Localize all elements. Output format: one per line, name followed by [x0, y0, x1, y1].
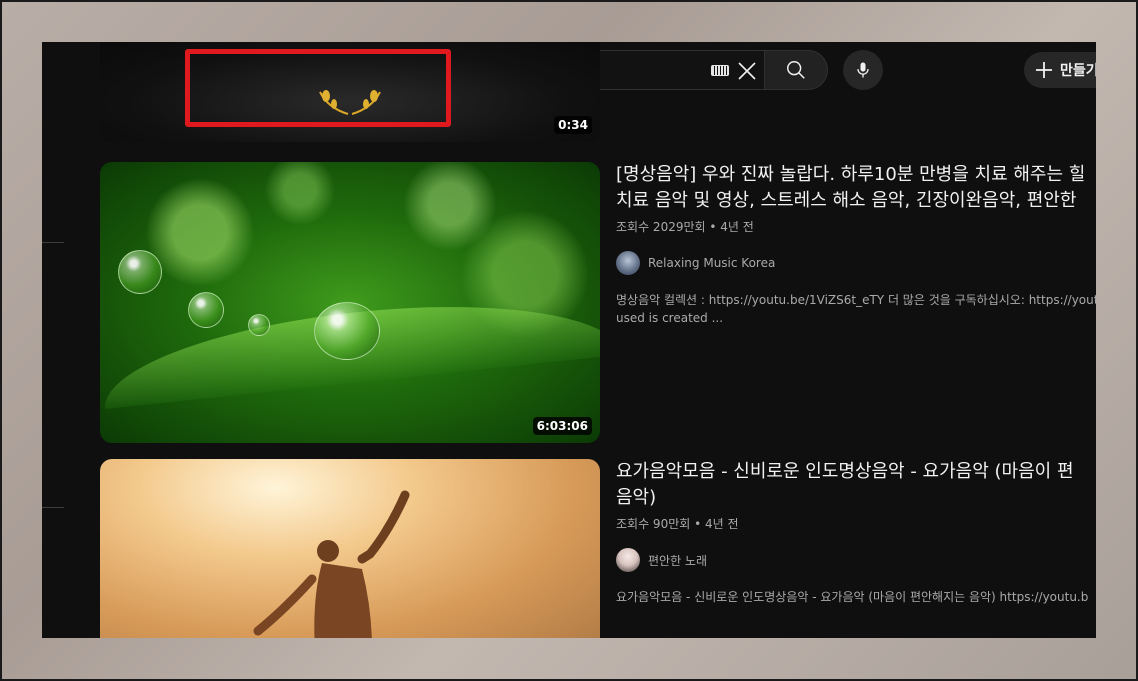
laurel-icon — [319, 90, 381, 115]
video-thumbnail[interactable]: 6:03:06 — [100, 162, 600, 443]
video-title[interactable]: [명상음악] 우와 진짜 놀랍다. 하루10분 만병을 치료 해주는 힐 — [616, 162, 1096, 188]
yoga-silhouette — [253, 490, 410, 638]
close-icon[interactable] — [737, 61, 757, 81]
video-description: 요가음악모음 - 신비로운 인도명상음악 - 요가음악 (마음이 편안해지는 음… — [616, 590, 1089, 604]
video-thumbnail[interactable]: 0:34 — [100, 42, 600, 142]
search-button[interactable] — [764, 50, 828, 90]
water-droplet — [314, 302, 380, 360]
create-label: 만들기 — [1060, 63, 1096, 79]
video-meta: 조회수 2029만회 • 4년 전 — [616, 220, 754, 234]
video-info: 요가음악모음 - 신비로운 인도명상음악 - 요가음악 (마음이 편 음악) 조… — [616, 459, 1096, 606]
video-meta: 조회수 90만회 • 4년 전 — [616, 517, 739, 531]
keyboard-icon[interactable] — [711, 65, 729, 76]
water-droplet — [118, 250, 162, 294]
channel-name[interactable]: 편안한 노래 — [648, 552, 707, 569]
create-button[interactable]: 만들기 — [1024, 52, 1096, 88]
video-duration: 0:34 — [554, 116, 592, 134]
video-info: [명상음악] 우와 진짜 놀랍다. 하루10분 만병을 치료 해주는 힐 치료 … — [616, 162, 1096, 327]
channel-link[interactable]: Relaxing Music Korea — [616, 251, 1096, 275]
avatar[interactable] — [616, 251, 640, 275]
water-droplet — [248, 314, 270, 336]
video-title[interactable]: 요가음악모음 - 신비로운 인도명상음악 - 요가음악 (마음이 편 — [616, 459, 1096, 485]
voice-search-button[interactable] — [843, 50, 883, 90]
channel-link[interactable]: 편안한 노래 — [616, 548, 1096, 572]
youtube-window: 만들기 0:34 6:03:06 [명상음악] 우와 진짜 놀랍다. 하루10분… — [42, 42, 1096, 638]
water-droplet — [188, 292, 224, 328]
search-icon — [787, 61, 805, 79]
channel-name[interactable]: Relaxing Music Korea — [648, 256, 775, 270]
video-description: 명상음악 컬렉션 : https://youtu.be/1ViZS6t_eTY … — [616, 293, 1096, 307]
divider — [42, 507, 64, 508]
video-title-continued[interactable]: 음악) — [616, 485, 1096, 511]
avatar[interactable] — [616, 548, 640, 572]
divider — [42, 242, 64, 243]
video-description-continued: used is created ... — [616, 311, 724, 325]
video-duration: 6:03:06 — [532, 417, 592, 435]
microphone-icon — [857, 62, 869, 78]
video-thumbnail[interactable] — [100, 459, 600, 638]
video-title-continued[interactable]: 치료 음악 및 영상, 스트레스 해소 음악, 긴장이완음악, 편안한 — [616, 188, 1096, 214]
plus-icon — [1036, 62, 1052, 78]
